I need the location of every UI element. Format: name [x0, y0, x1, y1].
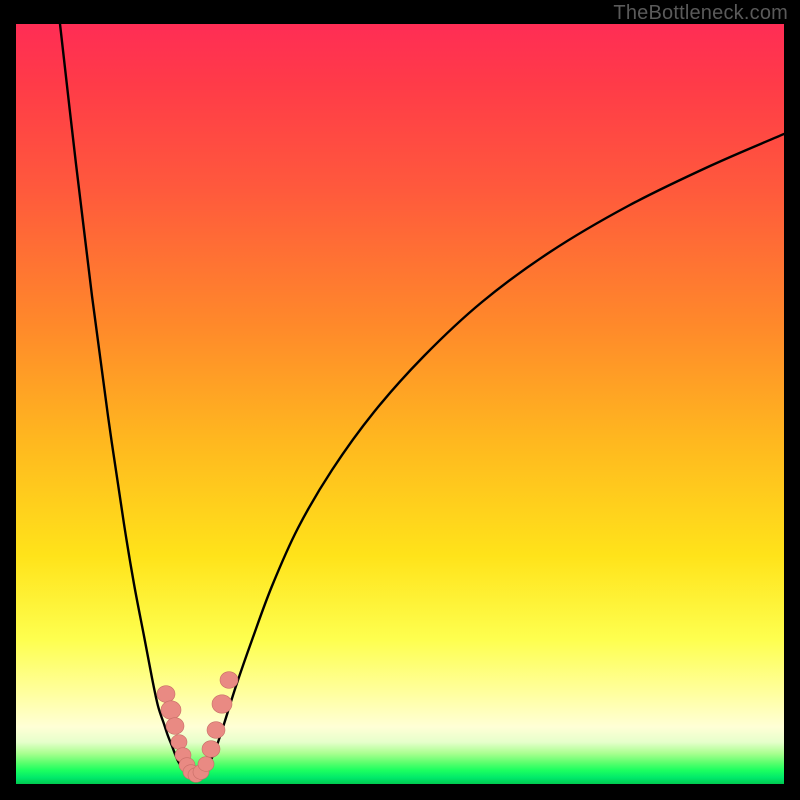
- bottleneck-curve: [60, 24, 784, 775]
- chart-frame: [16, 24, 784, 784]
- valley-marker: [220, 672, 238, 689]
- valley-marker: [198, 757, 214, 772]
- chart-svg: [16, 24, 784, 784]
- valley-marker: [207, 722, 225, 739]
- valley-marker-cluster: [157, 672, 238, 783]
- attribution-text: TheBottleneck.com: [613, 2, 788, 25]
- valley-marker: [161, 701, 181, 719]
- valley-marker: [171, 735, 187, 750]
- valley-marker: [212, 695, 232, 713]
- valley-marker: [166, 718, 184, 735]
- valley-marker: [157, 686, 175, 703]
- valley-marker: [202, 741, 220, 758]
